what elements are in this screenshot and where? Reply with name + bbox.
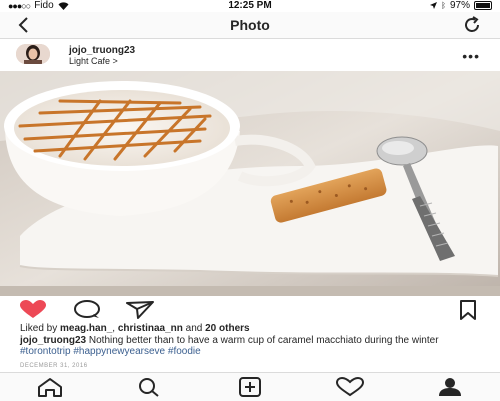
avatar-image [16, 44, 50, 64]
likes-middle: and [182, 323, 206, 334]
hashtag-link[interactable]: #foodie [168, 346, 201, 357]
hashtag-link[interactable]: #happynewyearseve [73, 346, 165, 357]
nav-bar: Photo [0, 12, 500, 39]
likes-prefix: Liked by [20, 323, 61, 334]
status-right: ᛒ 97% [430, 0, 492, 11]
liker-link-1[interactable]: meag.han_ [60, 323, 112, 334]
post-username[interactable]: jojo_truong23 [69, 45, 135, 56]
post-date: DECEMBER 31, 2016 [20, 363, 88, 369]
status-bar: ●●●○○ Fido 12:25 PM ᛒ 97% [0, 0, 500, 12]
bluetooth-icon: ᛒ [441, 1, 446, 10]
tab-bar [0, 372, 500, 401]
location-arrow-icon [430, 2, 438, 9]
caramel-macchiato-photo [0, 71, 500, 296]
new-post-icon[interactable] [233, 377, 267, 397]
home-icon[interactable] [33, 377, 67, 397]
caption-username[interactable]: jojo_truong23 [20, 335, 86, 346]
post-location[interactable]: Light Cafe > [69, 56, 118, 66]
likes-summary: Liked by meag.han_, christinaa_nn and 20… [20, 323, 250, 334]
avatar[interactable] [16, 44, 50, 64]
battery-percent: 97% [449, 0, 470, 11]
profile-icon[interactable] [433, 377, 467, 397]
activity-heart-icon[interactable] [333, 377, 367, 397]
post-header: jojo_truong23 Light Cafe > ••• [0, 40, 500, 70]
heart-icon[interactable] [18, 300, 48, 320]
status-time: 12:25 PM [228, 0, 272, 11]
post-actions [0, 300, 500, 322]
hashtag-link[interactable]: #torontotrip [20, 346, 71, 357]
page-title: Photo [230, 17, 270, 33]
battery-fill [476, 3, 490, 8]
post-photo[interactable] [0, 71, 500, 296]
battery-icon [474, 1, 492, 10]
caption-text: Nothing better than to have a warm cup o… [86, 335, 439, 346]
comment-icon[interactable] [72, 300, 102, 320]
more-options-icon[interactable]: ••• [462, 48, 480, 64]
post-caption: jojo_truong23 Nothing better than to hav… [20, 335, 460, 357]
refresh-icon[interactable] [462, 15, 482, 35]
likes-others-link[interactable]: 20 others [205, 323, 249, 334]
search-icon[interactable] [132, 377, 166, 397]
liker-link-2[interactable]: christinaa_nn [118, 323, 183, 334]
bookmark-icon[interactable] [453, 300, 483, 320]
share-icon[interactable] [125, 300, 155, 320]
